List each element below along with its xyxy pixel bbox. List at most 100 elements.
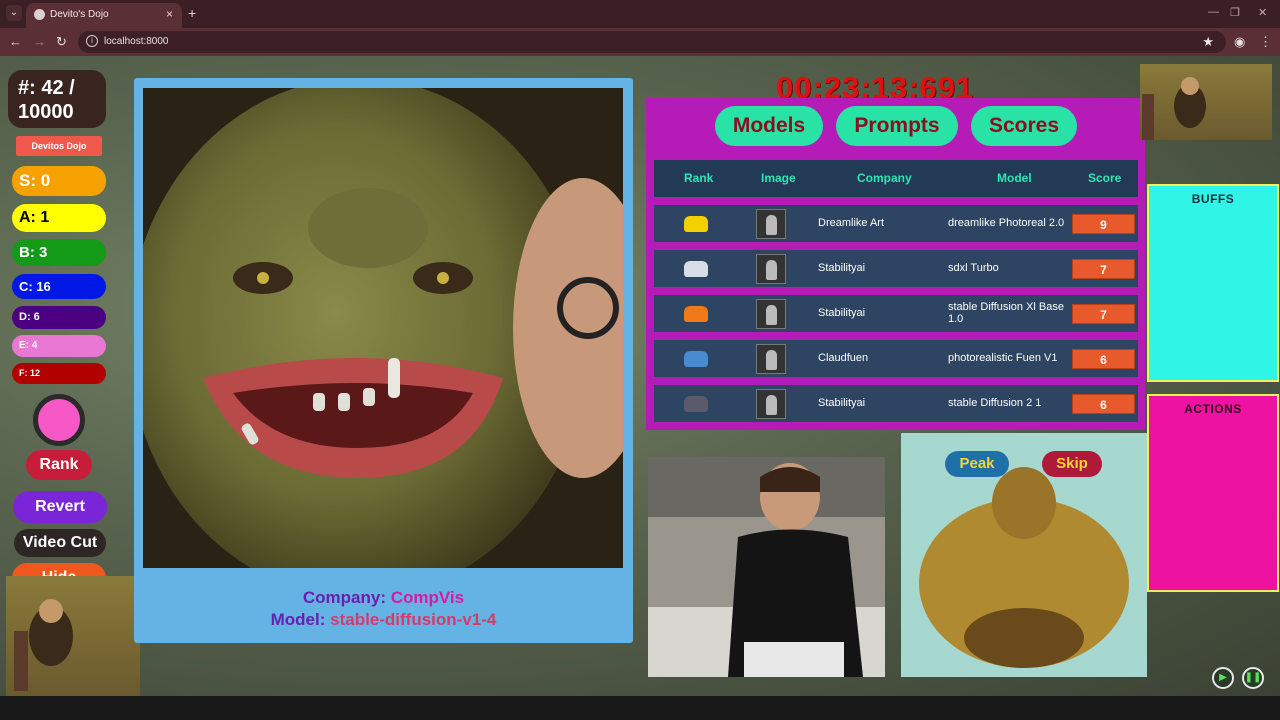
tier-b-count[interactable]: B: 3 xyxy=(12,239,106,266)
tab-scores[interactable]: Scores xyxy=(971,106,1077,146)
leaderboard-panel: Models Prompts Scores Rank Image Company… xyxy=(646,98,1145,430)
header-score[interactable]: Score xyxy=(1088,171,1121,185)
play-icon[interactable]: ▶ xyxy=(1212,667,1234,689)
webcam-person-image xyxy=(648,457,885,677)
browser-tab[interactable]: Devito's Dojo × xyxy=(26,3,182,28)
company-value: CompVis xyxy=(390,588,465,607)
menu-kebab-icon[interactable]: ⋮ xyxy=(1259,34,1272,50)
orange-trophy-icon xyxy=(684,306,708,322)
company-caption: Company: CompVis xyxy=(134,588,633,608)
bookmark-star-icon[interactable]: ★ xyxy=(1202,34,1214,50)
revert-button[interactable]: Revert xyxy=(13,491,107,523)
header-image[interactable]: Image xyxy=(761,171,796,185)
gold-trophy-icon xyxy=(684,216,708,232)
tab-models[interactable]: Models xyxy=(715,106,823,146)
row-score: 9 xyxy=(1072,214,1135,234)
record-indicator[interactable] xyxy=(33,394,85,446)
table-row[interactable]: Claudfuen photorealistic Fuen V1 6 xyxy=(654,340,1138,377)
minimize-icon[interactable]: — xyxy=(1208,6,1219,18)
tier-s-count[interactable]: S: 0 xyxy=(12,166,106,196)
row-score: 7 xyxy=(1072,259,1135,279)
site-info-icon[interactable]: i xyxy=(86,35,98,47)
bottom-strip xyxy=(0,696,1280,720)
ogre-character-icon xyxy=(14,599,73,691)
tier-c-count[interactable]: C: 16 xyxy=(12,274,106,299)
peek-panel: Peak Skip xyxy=(901,433,1147,677)
tab-search-icon[interactable]: ⌄ xyxy=(6,5,22,21)
table-header: Rank Image Company Model Score xyxy=(654,160,1138,197)
forward-arrow-icon[interactable]: → xyxy=(33,34,46,49)
browser-nav-bar: ← → ↻ i localhost:8000 ★ ◉ ⋮ xyxy=(0,28,1280,56)
video-cut-button[interactable]: Video Cut xyxy=(14,529,106,557)
new-tab-icon[interactable]: + xyxy=(188,5,196,21)
blue-trophy-icon xyxy=(684,351,708,367)
header-rank[interactable]: Rank xyxy=(684,171,713,185)
row-company: Stabilityai xyxy=(818,262,866,274)
tier-d-count[interactable]: D: 6 xyxy=(12,306,106,329)
tier-e-count[interactable]: E: 4 xyxy=(12,335,106,357)
company-label: Company: xyxy=(302,588,386,607)
table-row[interactable]: Stabilityai stable Diffusion 2 1 6 xyxy=(654,385,1138,422)
site-favicon-icon xyxy=(34,9,45,20)
address-url: localhost:8000 xyxy=(104,36,169,47)
row-model: stable Diffusion Xl Base 1.0 xyxy=(948,301,1064,325)
progress-counter: #: 42 / 10000 xyxy=(8,70,106,128)
main-image-panel: Company: CompVis Model: stable-diffusion… xyxy=(134,78,633,643)
buffs-title: BUFFS xyxy=(1191,192,1235,206)
row-model: sdxl Turbo xyxy=(948,262,999,274)
tab-close-icon[interactable]: × xyxy=(166,7,173,21)
model-value: stable-diffusion-v1-4 xyxy=(330,610,497,629)
character-thumbnail xyxy=(6,576,140,696)
row-model: photorealistic Fuen V1 xyxy=(948,352,1058,364)
tier-a-count[interactable]: A: 1 xyxy=(12,204,106,232)
back-arrow-icon[interactable]: ← xyxy=(9,34,22,49)
actions-title: ACTIONS xyxy=(1184,402,1242,416)
model-thumbnail-icon[interactable] xyxy=(756,254,786,284)
pause-icon[interactable]: ❚❚ xyxy=(1242,667,1264,689)
row-score: 6 xyxy=(1072,349,1135,369)
model-thumbnail-icon[interactable] xyxy=(756,299,786,329)
ogre-preview-image xyxy=(901,433,1147,677)
model-thumbnail-icon[interactable] xyxy=(756,389,786,419)
devitos-dojo-button[interactable]: Devitos Dojo xyxy=(16,136,102,156)
model-caption: Model: stable-diffusion-v1-4 xyxy=(134,610,633,630)
address-bar[interactable]: i localhost:8000 ★ xyxy=(78,31,1226,53)
row-model: stable Diffusion 2 1 xyxy=(948,397,1042,409)
table-row[interactable]: Stabilityai stable Diffusion Xl Base 1.0… xyxy=(654,295,1138,332)
ogre-character-icon xyxy=(1142,77,1206,140)
browser-tab-bar: ⌄ Devito's Dojo × + — ❐ ✕ xyxy=(0,0,1280,28)
row-company: Dreamlike Art xyxy=(818,217,885,229)
buffs-panel: BUFFS xyxy=(1147,184,1279,382)
profile-icon[interactable]: ◉ xyxy=(1234,34,1245,50)
reload-icon[interactable]: ↻ xyxy=(56,34,67,50)
actions-panel: ACTIONS xyxy=(1147,394,1279,592)
rank-button[interactable]: Rank xyxy=(26,450,92,480)
table-row[interactable]: Stabilityai sdxl Turbo 7 xyxy=(654,250,1138,287)
tier-f-count[interactable]: F: 12 xyxy=(12,363,106,384)
counter-line-2: 10000 xyxy=(18,101,74,123)
row-company: Stabilityai xyxy=(818,307,866,319)
webcam-feed xyxy=(648,457,885,677)
row-score: 6 xyxy=(1072,394,1135,414)
skip-button[interactable]: Skip xyxy=(1042,451,1102,477)
header-company[interactable]: Company xyxy=(857,171,912,185)
table-row[interactable]: Dreamlike Art dreamlike Photoreal 2.0 9 xyxy=(654,205,1138,242)
counter-line-1: #: 42 / xyxy=(18,77,75,99)
silver-trophy-icon xyxy=(684,261,708,277)
model-thumbnail-icon[interactable] xyxy=(756,209,786,239)
maximize-icon[interactable]: ❐ xyxy=(1230,6,1240,19)
app-page: #: 42 / 10000 Devitos Dojo S: 0 A: 1 B: … xyxy=(0,56,1280,696)
model-thumbnail-icon[interactable] xyxy=(756,344,786,374)
peak-button[interactable]: Peak xyxy=(945,451,1009,477)
generated-image xyxy=(143,88,623,568)
row-company: Claudfuen xyxy=(818,352,869,364)
header-model[interactable]: Model xyxy=(997,171,1032,185)
close-window-icon[interactable]: ✕ xyxy=(1258,6,1267,19)
ogre-face-image xyxy=(143,88,623,568)
tab-prompts[interactable]: Prompts xyxy=(836,106,958,146)
row-company: Stabilityai xyxy=(818,397,866,409)
dark-trophy-icon xyxy=(684,396,708,412)
tab-title: Devito's Dojo xyxy=(50,9,109,20)
row-score: 7 xyxy=(1072,304,1135,324)
model-label: Model: xyxy=(270,610,326,629)
